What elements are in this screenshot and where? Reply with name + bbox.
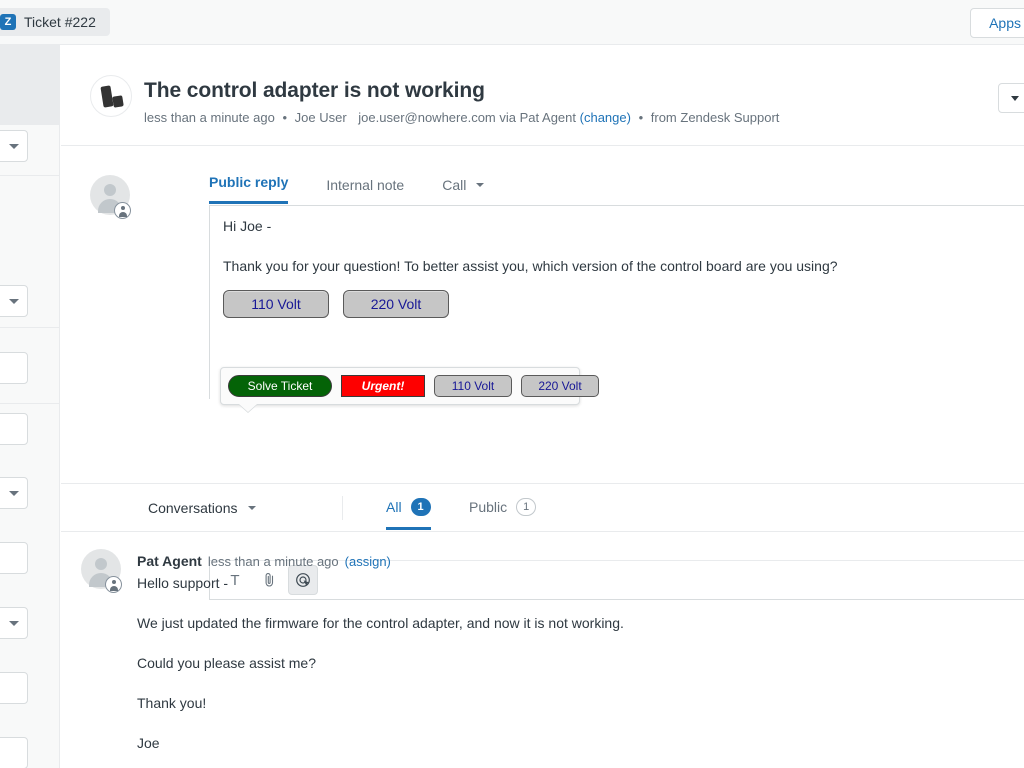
ticket-page: Z Ticket #222 Apps ake it cc me The cont…: [0, 0, 1024, 768]
tab-all-count-badge: 1: [411, 498, 431, 516]
conversation-filter-bar: Conversations All 1 Public 1: [61, 484, 1024, 532]
sidebar-divider-2: [0, 327, 60, 328]
tab-call[interactable]: Call: [442, 177, 484, 204]
tab-public-label: Public: [469, 499, 507, 515]
ticket-via: via Pat Agent: [499, 110, 576, 125]
tab-internal-note[interactable]: Internal note: [326, 177, 404, 204]
left-sidebar: ake it cc me: [0, 45, 60, 768]
tab-public-reply[interactable]: Public reply: [209, 174, 288, 204]
comment-line: We just updated the firmware for the con…: [137, 615, 624, 631]
chevron-down-icon: [248, 506, 256, 510]
zendesk-favicon-icon: Z: [0, 14, 16, 30]
comment-header: Pat Agent less than a minute ago (assign…: [137, 553, 391, 569]
ticket-options-button[interactable]: [998, 83, 1024, 113]
sidebar-input-2[interactable]: [0, 413, 28, 445]
macro-110-volt-button[interactable]: 110 Volt: [434, 375, 512, 397]
sidebar-input-5[interactable]: [0, 737, 28, 768]
ticket-header: The control adapter is not working less …: [61, 45, 1024, 146]
conversations-dropdown[interactable]: Conversations: [148, 500, 256, 516]
meta-bullet-1: •: [282, 110, 287, 125]
chevron-down-icon: [1011, 96, 1019, 101]
conversations-label: Conversations: [148, 500, 238, 516]
sidebar-select-4[interactable]: [0, 607, 28, 639]
ticket-tab-label: Ticket #222: [24, 14, 96, 30]
reply-greeting: Hi Joe -: [223, 218, 271, 234]
channel-tabs: Public reply Internal note Call: [209, 174, 522, 204]
inline-button-220-volt[interactable]: 220 Volt: [343, 290, 449, 318]
macro-cursor-svg: [295, 572, 312, 589]
comment-author: Pat Agent: [137, 553, 202, 569]
tab-public-count-badge: 1: [516, 498, 536, 516]
ticket-requester: Joe User: [295, 110, 347, 125]
apps-button[interactable]: Apps: [970, 8, 1024, 38]
inline-button-110-volt[interactable]: 110 Volt: [223, 290, 329, 318]
sidebar-top-block: [0, 45, 60, 125]
divider: [342, 496, 343, 520]
comment-line: Joe: [137, 735, 160, 751]
agent-badge-icon: [114, 202, 131, 219]
macro-solve-ticket-button[interactable]: Solve Ticket: [228, 375, 332, 397]
assign-link[interactable]: (assign): [345, 554, 391, 569]
comment-line: Hello support -: [137, 575, 228, 591]
tab-call-label: Call: [442, 177, 466, 193]
page-title: The control adapter is not working: [144, 79, 485, 103]
top-tab-bar: Z Ticket #222 Apps: [0, 0, 1024, 45]
ticket-time: less than a minute ago: [144, 110, 275, 125]
chevron-down-icon: [476, 183, 484, 187]
tab-all[interactable]: All 1: [386, 498, 431, 530]
tab-public-reply-label: Public reply: [209, 174, 288, 190]
ticket-source: from Zendesk Support: [651, 110, 780, 125]
paperclip-svg: [262, 572, 277, 588]
sidebar-select-3[interactable]: [0, 477, 28, 509]
change-requester-link[interactable]: (change): [580, 110, 631, 125]
sidebar-input-4[interactable]: [0, 672, 28, 704]
ticket-tab[interactable]: Z Ticket #222: [0, 8, 110, 36]
macro-action-popup: Solve Ticket Urgent! 110 Volt 220 Volt: [220, 367, 580, 405]
agent-badge-icon: [105, 576, 122, 593]
tab-public[interactable]: Public 1: [469, 498, 536, 527]
comment-line: Could you please assist me?: [137, 655, 316, 671]
attachment-icon[interactable]: [254, 565, 284, 595]
brand-logo-icon: [90, 75, 132, 117]
sidebar-divider-3: [0, 403, 60, 404]
apps-button-label: Apps: [989, 15, 1021, 31]
sidebar-select-2[interactable]: [0, 285, 28, 317]
ticket-meta: less than a minute ago • Joe User joe.us…: [144, 110, 779, 125]
reply-question: Thank you for your question! To better a…: [223, 258, 838, 274]
sidebar-divider-1: [0, 175, 60, 176]
reply-composer: Public reply Internal note Call Hi Joe -…: [61, 146, 1024, 484]
text-format-glyph: T: [230, 572, 239, 589]
tab-internal-note-label: Internal note: [326, 177, 404, 193]
sidebar-select-1[interactable]: [0, 130, 28, 162]
reply-inline-buttons: 110 Volt 220 Volt: [223, 290, 449, 318]
tab-all-label: All: [386, 499, 402, 515]
comment-time: less than a minute ago: [208, 554, 339, 569]
macro-urgent-button[interactable]: Urgent!: [341, 375, 425, 397]
ticket-email: joe.user@nowhere.com: [358, 110, 495, 125]
comment-line: Thank you!: [137, 695, 206, 711]
sidebar-input-3[interactable]: [0, 542, 28, 574]
sidebar-input-1[interactable]: [0, 352, 28, 384]
macro-220-volt-button[interactable]: 220 Volt: [521, 375, 599, 397]
macro-app-icon[interactable]: [288, 565, 318, 595]
meta-bullet-2: •: [639, 110, 644, 125]
